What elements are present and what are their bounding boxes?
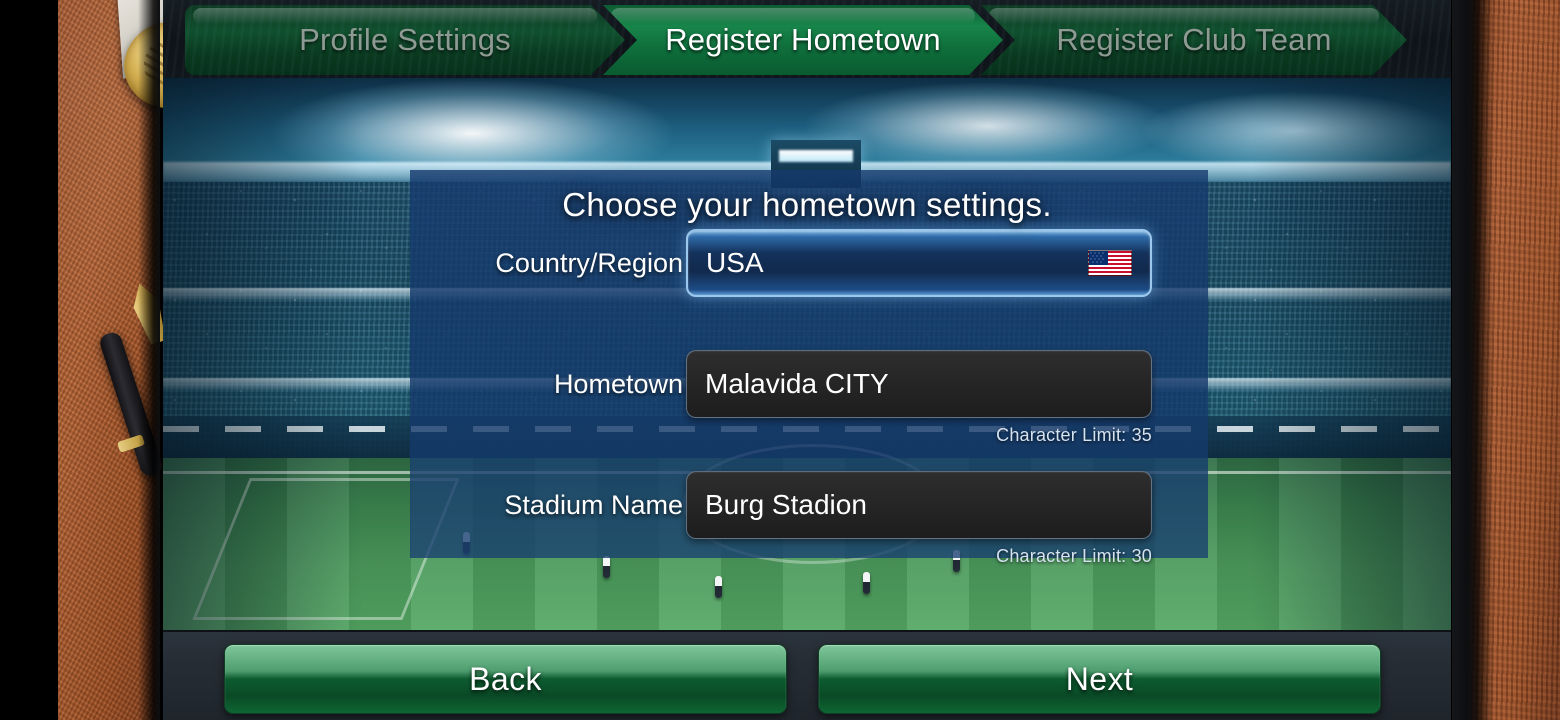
country-region-value: USA [706, 247, 764, 278]
stadium-background: Choose your hometown settings. Country/R… [163, 78, 1451, 630]
country-region-label: Country/Region [495, 247, 683, 278]
country-region-select[interactable]: USA [686, 229, 1152, 297]
country-region-row: Country/Region USA [410, 228, 1208, 298]
hometown-character-limit: Character Limit: 35 [996, 425, 1152, 445]
tab-register-club-team-label: Register Club Team [1056, 22, 1332, 57]
stadium-character-limit: Character Limit: 30 [996, 546, 1152, 566]
fountain-pen-body-icon [97, 330, 165, 478]
page-title: Choose your hometown settings. [562, 186, 1052, 223]
usa-flag-icon [1088, 250, 1132, 276]
hometown-input[interactable]: Malavida CITY [686, 350, 1152, 418]
hometown-row: Hometown Malavida CITY [410, 349, 1208, 419]
back-button[interactable]: Back [224, 644, 787, 714]
pitch-player [863, 572, 870, 594]
tab-profile-settings-label: Profile Settings [299, 22, 511, 57]
left-black-margin [0, 0, 58, 720]
stage-vignette-right [1251, 78, 1451, 630]
stadium-name-row: Stadium Name Burg Stadion [410, 470, 1208, 540]
stadium-name-value: Burg Stadion [705, 489, 867, 520]
hometown-value: Malavida CITY [705, 368, 889, 399]
left-leather-binder [58, 0, 224, 720]
game-screen: Profile Settings Register Hometown Regis… [163, 0, 1451, 720]
stadium-name-input[interactable]: Burg Stadion [686, 471, 1152, 539]
pitch-player [715, 576, 722, 598]
bottom-action-bar: Back Next [163, 630, 1451, 720]
fountain-pen-ring-icon [116, 434, 146, 453]
tab-profile-settings[interactable]: Profile Settings [185, 5, 625, 75]
app-root: Profile Settings Register Hometown Regis… [0, 0, 1560, 720]
tab-bar: Profile Settings Register Hometown Regis… [163, 0, 1451, 78]
tab-register-club-team[interactable]: Register Club Team [981, 5, 1407, 75]
tab-register-hometown-label: Register Hometown [665, 22, 941, 57]
tab-list: Profile Settings Register Hometown Regis… [185, 5, 1407, 75]
hometown-form-panel: Country/Region USA Hometown Malavida CIT… [410, 170, 1208, 566]
right-leather-binder [1468, 0, 1560, 720]
stadium-name-label: Stadium Name [504, 489, 683, 520]
next-button[interactable]: Next [818, 644, 1381, 714]
stage-vignette-left [163, 78, 363, 630]
hometown-label: Hometown [553, 368, 683, 399]
pitch-player [603, 556, 610, 578]
usa-flag-canton [1089, 251, 1108, 265]
tab-register-hometown[interactable]: Register Hometown [603, 5, 1003, 75]
